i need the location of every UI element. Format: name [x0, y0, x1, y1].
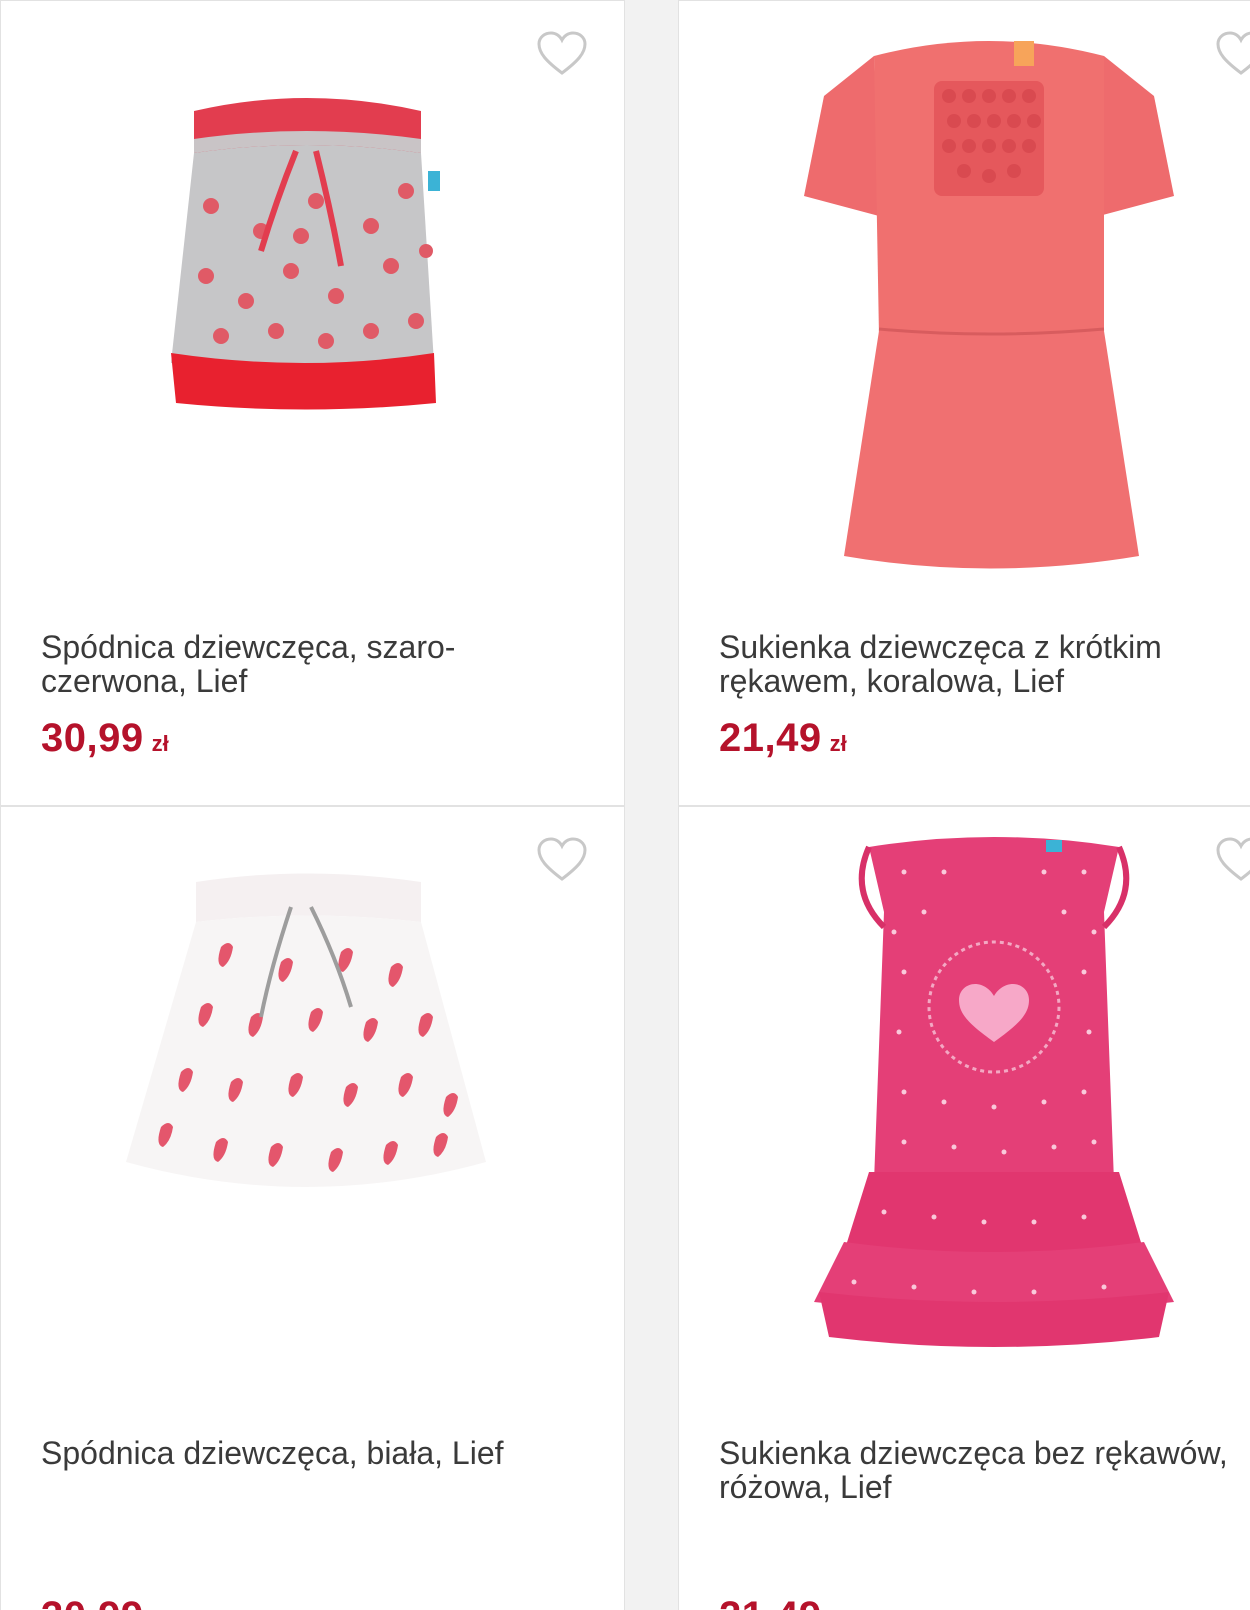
product-title[interactable]: Sukienka dziewczęca z krótkim rękawem, k…	[719, 630, 1250, 698]
product-price: 21,49zł	[719, 1594, 847, 1610]
product-image[interactable]	[679, 1, 1250, 601]
product-image[interactable]	[1, 1, 624, 601]
product-title-line: Sukienka dziewczęca bez rękawów,	[719, 1435, 1228, 1471]
white-flamingo-skirt-image	[126, 873, 486, 1187]
product-grid: Spódnica dziewczęca, szaro- czerwona, Li…	[0, 0, 1250, 1610]
product-title[interactable]: Sukienka dziewczęca bez rękawów, różowa,…	[719, 1436, 1250, 1504]
product-image[interactable]	[1, 807, 624, 1407]
grey-red-skirt-image	[171, 98, 440, 410]
product-card[interactable]: Sukienka dziewczęca bez rękawów, różowa,…	[678, 806, 1250, 1610]
price-currency: zł	[829, 731, 847, 756]
product-image[interactable]	[679, 807, 1250, 1407]
product-title-line: różowa, Lief	[719, 1469, 892, 1505]
product-price: 21,49 zł	[719, 716, 847, 761]
product-card[interactable]: Sukienka dziewczęca z krótkim rękawem, k…	[678, 0, 1250, 806]
coral-dress-image	[804, 41, 1174, 569]
product-price: 30,99zł	[41, 1594, 169, 1610]
product-card[interactable]: Spódnica dziewczęca, biała, Lief 30,99zł	[0, 806, 625, 1610]
price-currency: zł	[151, 731, 169, 756]
product-price: 30,99 zł	[41, 716, 169, 761]
price-amount: 21,49	[719, 1594, 822, 1610]
price-amount: 30,99	[41, 1594, 144, 1610]
product-title-line: Sukienka dziewczęca z krótkim	[719, 629, 1162, 665]
product-card[interactable]: Spódnica dziewczęca, szaro- czerwona, Li…	[0, 0, 625, 806]
product-title[interactable]: Spódnica dziewczęca, szaro- czerwona, Li…	[41, 630, 601, 698]
price-amount: 21,49	[719, 716, 822, 760]
price-amount: 30,99	[41, 716, 144, 760]
product-title[interactable]: Spódnica dziewczęca, biała, Lief	[41, 1436, 601, 1470]
product-title-line: rękawem, koralowa, Lief	[719, 663, 1065, 699]
pink-sleeveless-dress-image	[814, 837, 1174, 1347]
